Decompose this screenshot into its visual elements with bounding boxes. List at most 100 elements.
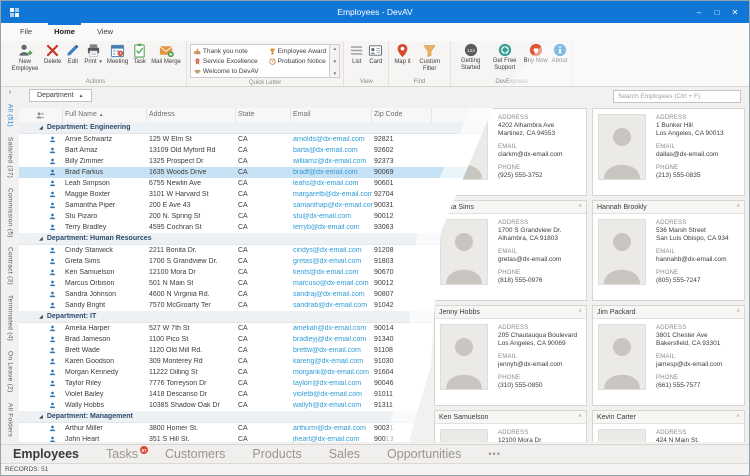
cell-email-link[interactable]: samanthap@dx-email.com xyxy=(291,202,372,209)
card-header[interactable]: Jenny Hobbs˄ xyxy=(435,306,586,319)
grid-row-arnie-schwartz[interactable]: Arnie Schwartz125 W Elm StCAarnolds@dx-e… xyxy=(19,134,519,145)
column-header-state[interactable]: State xyxy=(236,108,291,122)
cell-email-link[interactable]: kents@dx-email.com xyxy=(291,269,372,276)
cell-email-link[interactable]: sandraj@dx-email.com xyxy=(291,291,372,298)
cell-email-link[interactable]: bradf@dx-email.com xyxy=(291,169,372,176)
task-button[interactable]: Task xyxy=(130,42,149,67)
minimize-button[interactable]: – xyxy=(690,8,708,17)
cell-email-link[interactable]: cindys@dx-email.com xyxy=(291,247,372,254)
expand-chevron-icon[interactable]: › xyxy=(9,86,12,99)
welcome-to-devav-gallery-item[interactable]: Welcome to DevAV xyxy=(193,68,260,75)
maximize-button[interactable]: □ xyxy=(708,8,726,17)
service-excellence-gallery-item[interactable]: Service Excellence xyxy=(193,58,260,65)
collapse-icon[interactable]: ˄ xyxy=(578,204,582,210)
edit-button[interactable]: Edit xyxy=(63,42,82,67)
cell-email-link[interactable]: morgank@dx-email.com xyxy=(291,369,372,376)
nav-opportunities[interactable]: Opportunities xyxy=(387,445,461,464)
about-button[interactable]: About xyxy=(550,42,570,66)
cell-email-link[interactable]: brettw@dx-email.com xyxy=(291,347,372,354)
card-button[interactable]: Card xyxy=(366,42,385,67)
cell-email-link[interactable]: margaretb@dx-email.com xyxy=(291,191,372,198)
employee-card-ken-samuelson[interactable]: Ken Samuelson˄ADDRESS12100 Mora DrSanta … xyxy=(434,410,587,442)
tab-view[interactable]: View xyxy=(86,23,124,41)
sidebar-tab-on-leave-2[interactable]: On Leave (2) xyxy=(7,346,14,398)
cell-email-link[interactable]: taylorr@dx-email.com xyxy=(291,380,372,387)
gallery-down-icon[interactable]: ▼ xyxy=(333,59,337,64)
cell-email-link[interactable]: bradleyj@dx-email.com xyxy=(291,336,372,343)
employee-award-gallery-item[interactable]: Employee Award xyxy=(268,48,328,55)
grid-row-stu-pizaro[interactable]: Stu Pizaro200 N. Spring StCAstu@dx-email… xyxy=(19,211,519,222)
grid-row-bart-arnaz[interactable]: Bart Arnaz13109 Old Myford RdCAbarta@dx-… xyxy=(19,145,519,156)
getting-started-button[interactable]: 123Getting Started xyxy=(454,42,488,72)
collapse-icon[interactable]: ˄ xyxy=(736,414,740,420)
meeting-button[interactable]: Meeting xyxy=(105,42,130,67)
sidebar-tab-terminated-4[interactable]: Terminated (4) xyxy=(7,290,14,346)
nav-products[interactable]: Products xyxy=(252,445,301,464)
collapse-icon[interactable]: ˄ xyxy=(578,414,582,420)
sidebar-tab-contract-3[interactable]: Contract (3) xyxy=(7,242,14,290)
collapse-icon[interactable]: ˄ xyxy=(736,309,740,315)
employee-card-kevin-carter[interactable]: Kevin Carter˄ADDRESS424 N Main St.Los An… xyxy=(592,410,745,442)
nav-sales[interactable]: Sales xyxy=(329,445,360,464)
tab-file[interactable]: File xyxy=(9,23,43,41)
close-button[interactable]: ✕ xyxy=(726,8,744,17)
card-header[interactable]: Kevin Carter˄ xyxy=(593,411,744,424)
grid-row-samantha-piper[interactable]: Samantha Piper200 E Ave 43CAsamanthap@dx… xyxy=(19,200,519,211)
column-header-email[interactable]: Email xyxy=(291,108,372,122)
column-header-full-name[interactable]: Full Name ▲ xyxy=(63,108,147,122)
cell-email-link[interactable]: williamz@dx-email.com xyxy=(291,158,372,165)
cell-email-link[interactable]: jheart@dx-email.com xyxy=(291,436,372,442)
employee-card-greta-sims[interactable]: Greta Sims˄ADDRESS1700 S Grandview Dr.Al… xyxy=(434,200,587,301)
column-header-address[interactable]: Address xyxy=(147,108,236,122)
mail-merge-button[interactable]: Mail Merge xyxy=(149,42,183,67)
cell-email-link[interactable]: gretas@dx-email.com xyxy=(291,258,372,265)
delete-button[interactable]: Delete xyxy=(42,42,63,67)
cell-email-link[interactable]: terryb@dx-email.com xyxy=(291,224,372,231)
grid-row-brad-farkus[interactable]: Brad Farkus1635 Woods DriveCAbradf@dx-em… xyxy=(19,167,519,178)
custom-filter-button[interactable]: Custom Filter xyxy=(413,42,447,73)
get-free-support-button[interactable]: Get Free Support xyxy=(488,42,522,72)
nav-more[interactable]: ••• xyxy=(488,445,500,464)
employee-card-jim-packard[interactable]: Jim Packard˄ADDRESS3801 Chester AveBaker… xyxy=(592,305,745,406)
row-icon-column-header[interactable] xyxy=(19,108,63,122)
cell-email-link[interactable]: stu@dx-email.com xyxy=(291,213,372,220)
probation-notice-gallery-item[interactable]: Probation Notice xyxy=(268,58,328,65)
nav-customers[interactable]: Customers xyxy=(165,445,225,464)
cell-email-link[interactable]: ameliah@dx-email.com xyxy=(291,325,372,332)
cell-email-link[interactable]: violetb@dx-email.com xyxy=(291,391,372,398)
employee-card[interactable]: ADDRESS1 Bunker HillLos Angeles, CA 9001… xyxy=(592,108,745,196)
map-it-button[interactable]: Map it xyxy=(392,42,412,67)
sidebar-tab-commission-5[interactable]: Commission (5) xyxy=(7,183,14,243)
cell-email-link[interactable]: arthurm@dx-email.com xyxy=(291,425,372,432)
card-header[interactable]: Greta Sims˄ xyxy=(435,201,586,214)
sidebar-tab-all-51[interactable]: All (51) xyxy=(7,99,14,132)
nav-employees[interactable]: Employees xyxy=(13,445,79,464)
gallery-dropdown-icon[interactable]: ▼ xyxy=(333,71,337,76)
employee-card-hannah-brookly[interactable]: Hannah Brookly˄ADDRESS536 Marsh StreetSa… xyxy=(592,200,745,301)
grid-row-billy-zimmer[interactable]: Billy Zimmer1325 Prospect DrCAwilliamz@d… xyxy=(19,156,519,167)
buy-now-button[interactable]: Buy Now xyxy=(522,42,550,66)
sidebar-tab-all-folders[interactable]: All Folders xyxy=(7,398,14,442)
tab-home[interactable]: Home xyxy=(43,23,86,41)
grid-row-maggie-boxter[interactable]: Maggie Boxter3101 W Harvard StCAmargaret… xyxy=(19,189,519,200)
gallery-up-icon[interactable]: ▲ xyxy=(333,46,337,51)
search-input[interactable] xyxy=(613,90,741,103)
cell-email-link[interactable]: marcuso@dx-email.com xyxy=(291,280,372,287)
list-button[interactable]: List xyxy=(347,42,366,67)
card-header[interactable]: Ken Samuelson˄ xyxy=(435,411,586,424)
card-header[interactable]: Jim Packard˄ xyxy=(593,306,744,319)
nav-tasks[interactable]: Tasks87 xyxy=(106,445,138,464)
sidebar-tab-salaried-37[interactable]: Salaried (37) xyxy=(7,132,14,183)
column-header-zip-code[interactable]: Zip Code xyxy=(372,108,432,122)
group-by-department-button[interactable]: Department ▲ xyxy=(29,89,92,102)
cell-email-link[interactable]: barta@dx-email.com xyxy=(291,147,372,154)
collapse-icon[interactable]: ˄ xyxy=(578,309,582,315)
grid-row-leah-simpson[interactable]: Leah Simpson6755 Newlin AveCAleahs@dx-em… xyxy=(19,178,519,189)
card-header[interactable]: Hannah Brookly˄ xyxy=(593,201,744,214)
cell-email-link[interactable]: kareng@dx-email.com xyxy=(291,358,372,365)
cell-email-link[interactable]: sandrab@dx-email.com xyxy=(291,302,372,309)
print-button[interactable]: Print ▼ xyxy=(82,42,104,67)
cell-email-link[interactable]: leahs@dx-email.com xyxy=(291,180,372,187)
group-row-department-engineering[interactable]: ◢Department: Engineering xyxy=(19,122,519,134)
thank-you-note-gallery-item[interactable]: Thank you note xyxy=(193,48,260,55)
